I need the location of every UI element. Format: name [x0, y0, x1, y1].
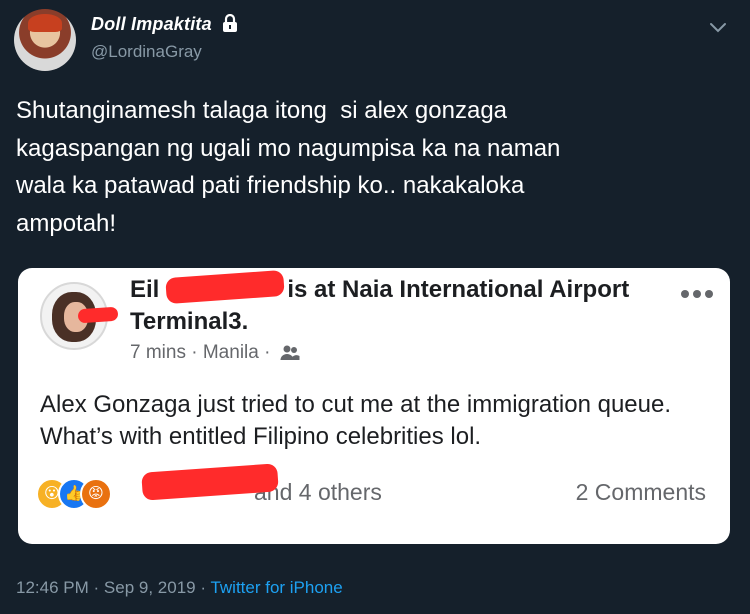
- more-options-icon[interactable]: [680, 286, 714, 304]
- tweet-source-link[interactable]: Twitter for iPhone: [210, 578, 342, 597]
- display-name-text: Doll Impaktita: [91, 14, 212, 34]
- author-display-name[interactable]: Doll Impaktita: [91, 13, 238, 37]
- avatar-headdress: [28, 14, 62, 32]
- poster-name-partial: Eil: [130, 276, 160, 303]
- tweet-text: Shutanginamesh talaga itong si alex gonz…: [16, 97, 561, 237]
- tweet-timestamp: 12:46 PM · Sep 9, 2019 · Twitter for iPh…: [16, 578, 343, 597]
- friends-icon: [280, 345, 300, 367]
- author-handle[interactable]: @LordinaGray: [91, 42, 202, 62]
- embedded-facebook-post: Eil is at Naia International Airport Term…: [18, 268, 730, 544]
- angry-reaction-icon: 😡: [80, 478, 112, 510]
- post-meta: 7 mins · Manila ·: [130, 342, 300, 367]
- tweet: Doll Impaktita @LordinaGray Shutanginame…: [0, 0, 750, 614]
- lock-icon: [222, 13, 238, 37]
- post-location[interactable]: Manila: [203, 342, 259, 363]
- post-time[interactable]: 7 mins: [130, 342, 186, 363]
- author-avatar[interactable]: [14, 9, 76, 71]
- chevron-down-icon[interactable]: [707, 16, 729, 43]
- post-body: Alex Gonzaga just tried to cut me at the…: [40, 391, 671, 450]
- redaction-mark: [77, 306, 119, 324]
- tweet-date[interactable]: Sep 9, 2019: [104, 578, 196, 597]
- tweet-time[interactable]: 12:46 PM: [16, 578, 89, 597]
- comments-count[interactable]: 2 Comments: [576, 479, 706, 506]
